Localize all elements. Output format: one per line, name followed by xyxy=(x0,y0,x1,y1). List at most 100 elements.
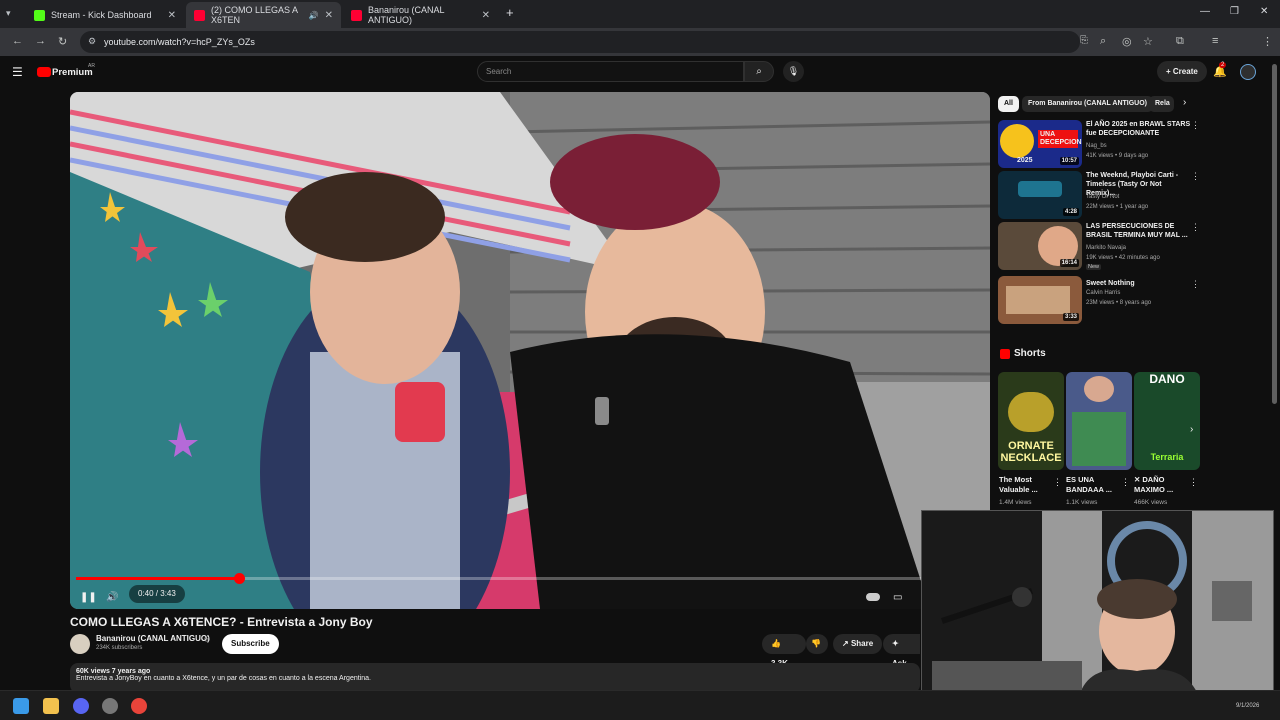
short-item[interactable] xyxy=(1066,372,1132,470)
recommendation-channel: Tasty Or Not xyxy=(1086,194,1120,200)
recommendation-item[interactable]: 16:14 LAS PERSECUCIONES DE BRASIL TERMIN… xyxy=(998,222,1203,274)
time-text: 0:40 / 3:43 xyxy=(138,589,176,598)
url-text: youtube.com/watch?v=hcP_ZYs_OZs xyxy=(104,37,255,47)
reload-icon[interactable]: ↻ xyxy=(58,35,67,48)
search-input[interactable]: Search xyxy=(477,61,744,82)
tab-bananirou[interactable]: Bananirou (CANAL ANTIGUO) ✕ xyxy=(343,2,498,28)
create-button[interactable]: + Create xyxy=(1157,61,1207,82)
mic-button[interactable]: 🎙 xyxy=(783,61,804,82)
close-icon[interactable]: ✕ xyxy=(168,10,176,21)
window-close-icon[interactable]: ✕ xyxy=(1260,6,1268,17)
share-icon: ↗ xyxy=(842,639,849,648)
extensions-icon[interactable]: ⧉ xyxy=(1176,35,1184,48)
ask-button[interactable]: ✦ Ask xyxy=(883,634,920,668)
chip-related[interactable]: Rela xyxy=(1149,96,1174,112)
zoom-icon[interactable]: ⌕ xyxy=(1100,35,1106,48)
more-options-icon[interactable]: ⋮ xyxy=(1191,171,1200,182)
close-icon[interactable]: ✕ xyxy=(325,10,333,21)
short-game-art xyxy=(1072,412,1126,466)
restore-icon[interactable]: ❐ xyxy=(1230,6,1239,17)
chip-from-channel[interactable]: From Bananirou (CANAL ANTIGUO) xyxy=(1022,96,1153,112)
new-tab-button[interactable]: + xyxy=(506,5,514,20)
youtube-logo-icon[interactable] xyxy=(37,67,51,77)
time-display: 0:40 / 3:43 xyxy=(129,585,185,603)
file-explorer-icon[interactable] xyxy=(43,698,59,714)
tab-youtube-video[interactable]: (2) COMO LLEGAS A X6TEN 🔊 ✕ xyxy=(186,2,341,28)
captions-icon[interactable]: ▭ xyxy=(893,592,902,603)
chrome-icon[interactable] xyxy=(131,698,147,714)
scrubber-handle[interactable] xyxy=(233,573,245,584)
forward-icon[interactable]: → xyxy=(35,35,46,47)
chip-all[interactable]: All xyxy=(998,96,1019,112)
thumbnail-text: UNA DECEPCION xyxy=(1038,130,1082,148)
youtube-premium-logo[interactable]: Premium xyxy=(52,67,93,78)
video-duration: 3:33 xyxy=(1062,313,1079,321)
cast-icon[interactable]: ⎘ xyxy=(1080,35,1088,46)
recommendation-item[interactable]: 3:33 Sweet Nothing Calvin Harris 23M vie… xyxy=(998,276,1203,326)
eye-off-icon[interactable]: ◎ xyxy=(1122,35,1132,48)
speaker-icon[interactable]: 🔊 xyxy=(309,11,319,20)
channel-avatar[interactable] xyxy=(70,634,90,654)
short-views: 1.4M views xyxy=(999,499,1032,506)
minimize-icon[interactable]: — xyxy=(1200,6,1210,17)
video-duration: 16:14 xyxy=(1059,259,1079,267)
country-code: AR xyxy=(88,63,95,69)
more-options-icon[interactable]: ⋮ xyxy=(1191,120,1200,131)
more-options-icon[interactable]: ⋮ xyxy=(1053,477,1062,488)
address-bar[interactable]: ⚙ youtube.com/watch?v=hcP_ZYs_OZs ⎘ xyxy=(80,31,1088,53)
short-item[interactable]: ORNATE NECKLACE xyxy=(998,372,1064,470)
browser-tab-strip: ▾ Stream - Kick Dashboard ✕ (2) COMO LLE… xyxy=(0,0,1280,28)
discord-icon[interactable] xyxy=(73,698,89,714)
search-button[interactable]: ⌕ xyxy=(744,61,774,82)
tab-kick[interactable]: Stream - Kick Dashboard ✕ xyxy=(26,2,184,28)
autoplay-toggle[interactable] xyxy=(866,593,880,601)
account-avatar[interactable] xyxy=(1240,64,1256,80)
page-scrollbar[interactable] xyxy=(1272,64,1277,404)
site-info-icon[interactable]: ⚙ xyxy=(88,36,96,47)
thumbs-up-icon: 👍 xyxy=(771,639,781,648)
necklace-art xyxy=(1008,392,1054,432)
more-options-icon[interactable]: ⋮ xyxy=(1189,477,1198,488)
recommendation-meta: 23M views • 8 years ago xyxy=(1086,300,1152,306)
tab-search-icon[interactable]: ▾ xyxy=(6,8,11,19)
short-title: ✕ DAÑO MAXIMO ... xyxy=(1134,475,1174,494)
channel-name[interactable]: Bananirou (CANAL ANTIGUO) xyxy=(96,634,210,643)
video-thumbnail: 4:28 xyxy=(998,171,1082,219)
menu-icon[interactable]: ⋮ xyxy=(1262,35,1273,48)
short-thumbnail-text: ORNATE NECKLACE xyxy=(1000,440,1062,464)
pause-icon[interactable]: ❚❚ xyxy=(80,592,97,603)
short-item[interactable]: DANO Terraria xyxy=(1134,372,1200,470)
more-options-icon[interactable]: ⋮ xyxy=(1191,279,1200,290)
video-duration: 4:28 xyxy=(1062,208,1079,216)
chevron-right-icon[interactable]: › xyxy=(1183,97,1186,108)
obs-icon[interactable] xyxy=(102,698,118,714)
hamburger-icon[interactable]: ☰ xyxy=(12,65,23,79)
views-and-age: 60K views 7 years ago xyxy=(76,668,151,675)
windows-start-icon[interactable] xyxy=(13,698,29,714)
short-views: 466K views xyxy=(1134,499,1168,506)
like-button[interactable]: 👍 3.3K xyxy=(762,634,806,668)
close-icon[interactable]: ✕ xyxy=(482,10,490,21)
more-options-icon[interactable]: ⋮ xyxy=(1191,222,1200,233)
recommendation-title: LAS PERSECUCIONES DE BRASIL TERMINA MUY … xyxy=(1086,223,1188,239)
star-icon[interactable]: ☆ xyxy=(1143,35,1153,48)
volume-icon[interactable]: 🔊 xyxy=(106,592,118,603)
recommendation-title: El AÑO 2025 en BRAWL STARS fue DECEPCION… xyxy=(1086,121,1191,137)
back-icon[interactable]: ← xyxy=(12,35,23,47)
description-text: Entrevista a JonyBoy en cuanto a X6tence… xyxy=(76,675,371,682)
recommendation-item[interactable]: 4:28 The Weeknd, Playboi Carti - Timeles… xyxy=(998,171,1203,221)
more-options-icon[interactable]: ⋮ xyxy=(1121,477,1130,488)
short-face xyxy=(1084,376,1114,402)
description-box[interactable]: 60K views 7 years ago Entrevista a JonyB… xyxy=(70,663,920,693)
progress-bar[interactable] xyxy=(76,573,984,584)
dislike-button[interactable]: 👎 xyxy=(806,634,828,654)
media-icon[interactable]: ≡ xyxy=(1212,35,1218,47)
video-player[interactable]: ❚❚ 🔊 0:40 / 3:43 ▭ xyxy=(70,92,990,609)
thumbnail-year: 2025 xyxy=(1017,157,1033,164)
short-game-title: Terraria xyxy=(1150,452,1184,462)
sparkle-icon: ✦ xyxy=(892,639,899,648)
shorts-next-icon[interactable]: › xyxy=(1190,424,1193,435)
share-button[interactable]: ↗ Share xyxy=(833,634,883,654)
subscribe-button[interactable]: Subscribe xyxy=(222,634,279,654)
recommendation-item[interactable]: UNA DECEPCION 2025 10:57 El AÑO 2025 en … xyxy=(998,120,1203,170)
